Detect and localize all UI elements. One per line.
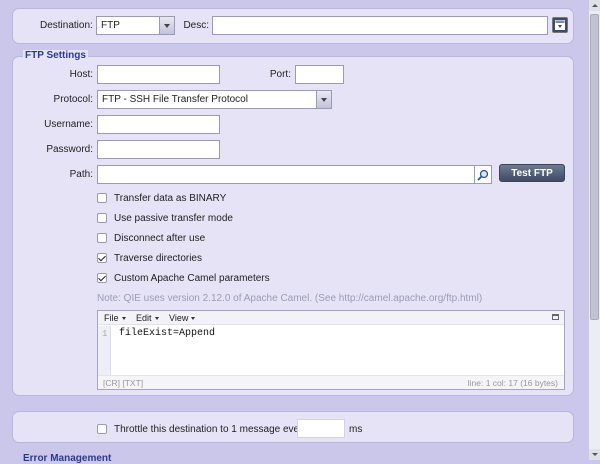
editor-status-position: line: 1 col: 17 (16 bytes) — [467, 378, 558, 388]
camel-version-note: Note: QIE uses version 2.12.0 of Apache … — [97, 293, 483, 304]
port-input[interactable] — [295, 65, 344, 84]
protocol-select[interactable]: FTP - SSH File Transfer Protocol — [97, 90, 332, 109]
disconnect-checkbox[interactable] — [97, 233, 107, 243]
maximize-icon[interactable] — [552, 314, 559, 320]
passive-label: Use passive transfer mode — [114, 213, 233, 224]
destination-select[interactable]: FTP — [96, 16, 175, 35]
throttle-label: Throttle this destination to 1 message e… — [114, 424, 308, 435]
port-label: Port: — [269, 69, 291, 80]
destination-label: Destination: — [40, 20, 93, 31]
destination-select-value: FTP — [101, 20, 120, 31]
path-browse-button[interactable] — [475, 165, 492, 184]
throttle-unit: ms — [349, 424, 363, 435]
protocol-label: Protocol: — [53, 94, 93, 105]
password-label: Password: — [46, 144, 93, 155]
path-label: Path: — [69, 169, 93, 180]
scroll-down-icon[interactable] — [589, 449, 600, 460]
caret-down-icon — [121, 317, 126, 321]
username-input[interactable] — [97, 115, 220, 134]
traverse-checkbox[interactable] — [97, 253, 107, 263]
passive-checkbox[interactable] — [97, 213, 107, 223]
disconnect-label: Disconnect after use — [114, 233, 206, 244]
traverse-label: Traverse directories — [114, 253, 202, 264]
line-number: 1 — [102, 329, 108, 339]
host-input[interactable] — [97, 65, 220, 84]
error-management-legend: Error Management — [23, 453, 112, 464]
binary-checkbox[interactable] — [97, 193, 107, 203]
caret-down-icon — [191, 317, 196, 321]
username-label: Username: — [44, 119, 93, 130]
scroll-thumb[interactable] — [590, 14, 599, 320]
chevron-down-icon — [316, 91, 331, 108]
test-ftp-button[interactable]: Test FTP — [499, 164, 565, 182]
editor-menu-file[interactable]: File — [104, 313, 126, 323]
caret-down-icon — [154, 317, 159, 321]
editor-menu-view[interactable]: View — [169, 313, 196, 323]
desc-button[interactable] — [552, 17, 568, 33]
scroll-up-icon[interactable] — [589, 0, 600, 11]
window-icon — [555, 20, 565, 30]
magnifier-icon — [477, 169, 489, 181]
path-input[interactable] — [97, 165, 475, 184]
editor-status-mode: [CR] [TXT] — [103, 378, 144, 388]
binary-label: Transfer data as BINARY — [114, 193, 227, 204]
desc-label: Desc: — [183, 20, 209, 31]
host-label: Host: — [69, 69, 93, 80]
editor-status-bar: [CR] [TXT] line: 1 col: 17 (16 bytes) — [98, 375, 564, 389]
password-input[interactable] — [97, 140, 220, 159]
editor-code-line[interactable]: fileExist=Append — [119, 328, 215, 339]
editor-menu-bar: File Edit View — [98, 311, 564, 325]
throttle-checkbox[interactable] — [97, 424, 107, 434]
editor-menu-edit[interactable]: Edit — [136, 313, 159, 323]
throttle-interval-input[interactable] — [297, 419, 345, 438]
camel-params-editor[interactable]: File Edit View 1 fileExist=Append [CR] [… — [97, 310, 565, 390]
desc-input[interactable] — [212, 16, 548, 35]
page-scrollbar[interactable] — [588, 0, 600, 460]
camel-params-checkbox[interactable] — [97, 273, 107, 283]
ftp-settings-legend: FTP Settings — [23, 50, 88, 61]
protocol-select-value: FTP - SSH File Transfer Protocol — [102, 94, 248, 105]
chevron-down-icon — [159, 17, 174, 34]
camel-params-label: Custom Apache Camel parameters — [114, 273, 270, 284]
